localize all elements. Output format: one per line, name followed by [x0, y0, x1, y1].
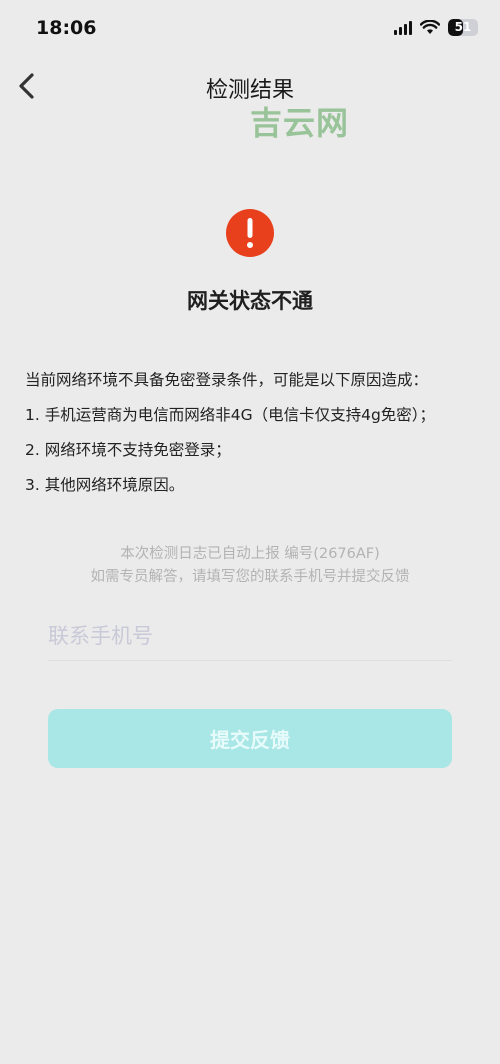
battery-icon: 51 — [448, 19, 478, 36]
phone-input[interactable] — [48, 614, 452, 658]
status-time: 18:06 — [36, 17, 97, 39]
watermark-logo: 吉云网 — [250, 104, 350, 142]
reason-item: 2. 网络环境不支持免密登录； — [25, 441, 231, 459]
reasons-intro: 当前网络环境不具备免密登录条件，可能是以下原因造成： — [25, 371, 429, 389]
status-bar: 18:06 51 — [0, 0, 500, 58]
wifi-icon — [420, 20, 440, 34]
reasons-list: 当前网络环境不具备免密登录条件，可能是以下原因造成： 1. 手机运营商为电信而网… — [25, 368, 485, 508]
log-info: 本次检测日志已自动上报 编号(2676AF) 如需专员解答，请填写您的联系手机号… — [0, 543, 500, 589]
status-title: 网关状态不通 — [187, 289, 313, 313]
log-info-line: 本次检测日志已自动上报 编号(2676AF) — [120, 546, 380, 562]
signal-icon — [394, 20, 412, 35]
reason-item: 3. 其他网络环境原因。 — [25, 476, 185, 494]
exclamation-circle-icon — [226, 209, 274, 257]
log-info-line: 如需专员解答，请填写您的联系手机号并提交反馈 — [90, 569, 410, 585]
status-icons: 51 — [394, 19, 478, 36]
submit-feedback-button[interactable]: 提交反馈 — [48, 709, 452, 768]
reason-item: 1. 手机运营商为电信而网络非4G（电信卡仅支持4g免密）； — [25, 406, 436, 424]
phone-field — [48, 614, 452, 661]
battery-level: 51 — [454, 20, 472, 34]
